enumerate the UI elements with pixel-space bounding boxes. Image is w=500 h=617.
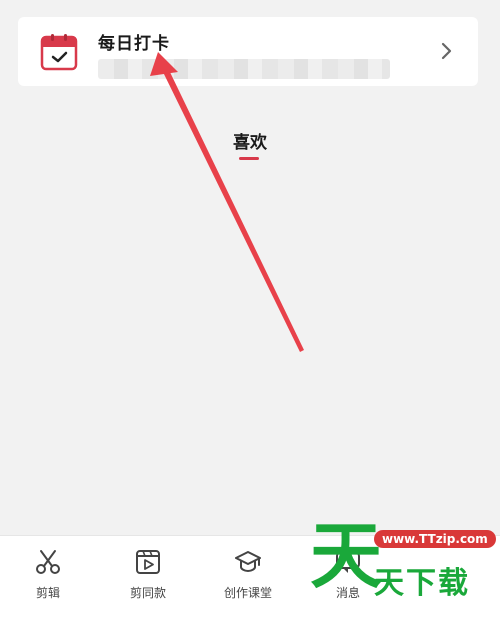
template-play-icon (136, 550, 160, 574)
calendar-check-icon (40, 34, 78, 71)
tab-likes-underline (239, 157, 259, 160)
scissors-icon (36, 550, 60, 574)
nav-item-edit[interactable]: 剪辑 (3, 548, 93, 601)
nav-label-academy: 创作课堂 (223, 586, 272, 600)
chevron-right-icon[interactable] (440, 41, 454, 61)
graduation-cap-icon (235, 551, 261, 573)
daily-checkin-card[interactable]: 每日打卡 (18, 17, 478, 86)
watermark-text: 天下载 (374, 566, 470, 601)
watermark-url: www.TTzip.com (374, 530, 496, 548)
daily-checkin-title: 每日打卡 (98, 34, 170, 54)
nav-label-edit: 剪辑 (35, 586, 60, 600)
nav-label-templates: 剪同款 (129, 586, 166, 600)
page: 每日打卡 喜欢 剪辑 剪同款 创作课堂 消息 天 www.TTzip.com 天… (0, 0, 500, 617)
daily-checkin-subtitle-blurred (98, 59, 390, 79)
tab-likes[interactable]: 喜欢 (0, 128, 500, 153)
watermark-big-char: 天 (310, 514, 383, 598)
nav-item-templates[interactable]: 剪同款 (103, 548, 193, 601)
nav-item-academy[interactable]: 创作课堂 (203, 548, 293, 601)
site-watermark: 天 www.TTzip.com 天下载 (300, 520, 500, 610)
